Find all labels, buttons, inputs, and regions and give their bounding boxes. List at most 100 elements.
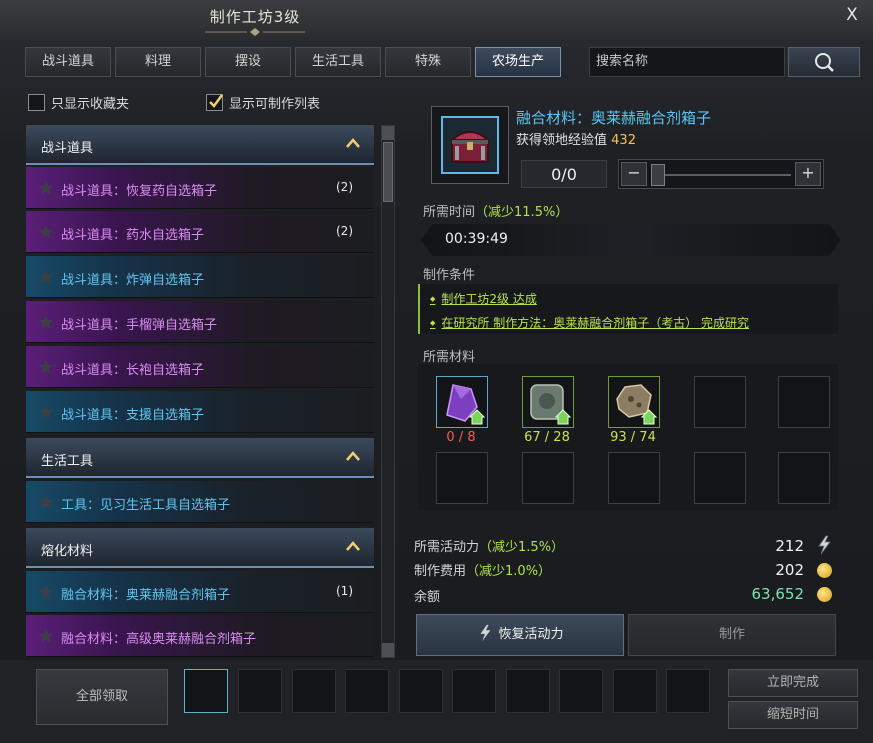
tab-combat-items[interactable]: 战斗道具 <box>25 47 111 77</box>
material-slot-empty <box>522 452 574 504</box>
cost-reduction: （减少1.0%） <box>466 564 552 579</box>
queue-slot[interactable] <box>666 669 710 713</box>
scrollbar-thumb[interactable] <box>383 142 393 202</box>
home-icon <box>641 409 657 425</box>
category-header-combat[interactable]: 战斗道具 <box>26 125 374 165</box>
list-item-label: 战斗道具：药水自选箱子 <box>61 228 205 243</box>
shorten-time-button[interactable]: 缩短时间 <box>728 701 858 729</box>
materials-label: 所需材料 <box>423 350 476 365</box>
craftable-only-checkbox[interactable]: 显示可制作列表 <box>206 93 321 112</box>
list-item-label: 战斗道具：手榴弹自选箱子 <box>61 318 218 333</box>
queue-slot[interactable] <box>184 669 228 713</box>
material-slot[interactable] <box>522 376 574 428</box>
collapse-arrow-icon <box>346 451 360 461</box>
close-button[interactable]: X <box>836 2 868 30</box>
material-slot-empty <box>778 452 830 504</box>
queue-slot[interactable] <box>613 669 657 713</box>
tab-special[interactable]: 特殊 <box>385 47 471 77</box>
list-item[interactable]: 战斗道具：长袍自选箱子 <box>26 346 374 388</box>
time-label: 所需时间（减少11.5%） <box>423 201 568 220</box>
item-name: 融合材料：奥莱赫融合剂箱子 <box>516 109 712 127</box>
favorite-star-icon[interactable] <box>38 224 54 240</box>
material-slot-empty <box>694 452 746 504</box>
favorites-only-label: 只显示收藏夹 <box>51 96 130 112</box>
increase-button[interactable]: + <box>795 162 821 186</box>
queue-slot[interactable] <box>292 669 336 713</box>
recover-energy-label: 恢复活动力 <box>498 627 564 642</box>
list-item-label: 工具：见习生活工具自选箱子 <box>61 498 231 513</box>
item-icon-slot[interactable] <box>441 116 499 174</box>
quantity-slider[interactable]: − + <box>618 159 824 189</box>
queue-slot[interactable] <box>559 669 603 713</box>
tab-life-tools[interactable]: 生活工具 <box>295 47 381 77</box>
slider-handle[interactable] <box>651 164 665 186</box>
tab-decorations[interactable]: 摆设 <box>205 47 291 77</box>
search-input[interactable]: 搜索名称 <box>589 47 785 77</box>
cost-label: 制作费用（减少1.0%） <box>414 560 551 579</box>
gold-coin-icon <box>817 563 832 578</box>
item-icon-frame <box>431 106 509 184</box>
list-item-count: (1) <box>336 584 353 598</box>
craftable-only-label: 显示可制作列表 <box>229 96 321 112</box>
home-icon <box>555 409 571 425</box>
tab-cooking[interactable]: 料理 <box>115 47 201 77</box>
favorite-star-icon[interactable] <box>38 584 54 600</box>
list-item-label: 战斗道具：支援自选箱子 <box>61 408 205 423</box>
complete-now-button[interactable]: 立即完成 <box>728 669 858 697</box>
queue-slot[interactable] <box>238 669 282 713</box>
favorite-star-icon[interactable] <box>38 314 54 330</box>
claim-all-button[interactable]: 全部领取 <box>36 669 168 725</box>
list-item[interactable]: 战斗道具：手榴弹自选箱子 <box>26 301 374 343</box>
conditions-box: 制作工坊2级 达成 在研究所 制作方法：奥莱赫融合剂箱子（考古） 完成研究 <box>418 284 838 334</box>
checkmark-icon <box>209 93 224 108</box>
decrease-button[interactable]: − <box>621 162 647 186</box>
list-item[interactable]: 工具：见习生活工具自选箱子 <box>26 481 374 523</box>
condition-item: 在研究所 制作方法：奥莱赫融合剂箱子（考古） 完成研究 <box>430 314 749 331</box>
energy-label-text: 所需活动力 <box>414 540 480 555</box>
list-scrollbar[interactable] <box>381 125 395 658</box>
material-slot[interactable] <box>608 376 660 428</box>
queue-slot[interactable] <box>399 669 443 713</box>
category-header-smelting[interactable]: 熔化材料 <box>26 528 374 568</box>
recover-energy-button[interactable]: 恢复活动力 <box>416 614 624 656</box>
list-item-count: (2) <box>336 180 353 194</box>
tab-farm-production[interactable]: 农场生产 <box>475 47 561 77</box>
queue-slot[interactable] <box>506 669 550 713</box>
list-item[interactable]: 战斗道具：恢复药自选箱子 (2) <box>26 167 374 209</box>
slider-track[interactable] <box>653 174 791 176</box>
list-item-count: (2) <box>336 224 353 238</box>
category-label: 熔化材料 <box>41 544 94 559</box>
list-item[interactable]: 融合材料：高级奥莱赫融合剂箱子 <box>26 615 374 657</box>
list-item[interactable]: 融合材料：奥莱赫融合剂箱子 (1) <box>26 571 374 613</box>
material-count: 67 / 28 <box>524 430 570 445</box>
favorite-star-icon[interactable] <box>38 269 54 285</box>
favorite-star-icon[interactable] <box>38 628 54 644</box>
category-label: 战斗道具 <box>41 141 94 156</box>
title-ornament-icon <box>205 28 305 36</box>
favorite-star-icon[interactable] <box>38 404 54 420</box>
scroll-up-arrow-icon[interactable] <box>382 126 394 140</box>
queue-slot[interactable] <box>345 669 389 713</box>
condition-item: 制作工坊2级 达成 <box>430 290 536 307</box>
list-item[interactable]: 战斗道具：药水自选箱子 (2) <box>26 211 374 253</box>
time-reduction: （减少11.5%） <box>475 205 569 220</box>
scroll-down-arrow-icon[interactable] <box>382 643 394 657</box>
favorites-only-checkbox[interactable]: 只显示收藏夹 <box>28 93 130 112</box>
material-count: 93 / 74 <box>610 430 656 445</box>
search-button[interactable] <box>788 47 860 77</box>
cost-label-text: 制作费用 <box>414 564 467 579</box>
list-item[interactable]: 战斗道具：支援自选箱子 <box>26 391 374 433</box>
material-slot[interactable] <box>436 376 488 428</box>
favorite-star-icon[interactable] <box>38 359 54 375</box>
collapse-arrow-icon <box>346 541 360 551</box>
list-item[interactable]: 战斗道具：炸弹自选箱子 <box>26 256 374 298</box>
quantity-display: 0/0 <box>521 160 607 188</box>
collapse-arrow-icon <box>346 138 360 148</box>
craft-button[interactable]: 制作 <box>628 614 836 656</box>
favorite-star-icon[interactable] <box>38 180 54 196</box>
queue-slot[interactable] <box>452 669 496 713</box>
category-header-life-tools[interactable]: 生活工具 <box>26 438 374 478</box>
energy-value: 212 <box>775 537 804 555</box>
balance-value: 63,652 <box>751 585 805 603</box>
favorite-star-icon[interactable] <box>38 494 54 510</box>
